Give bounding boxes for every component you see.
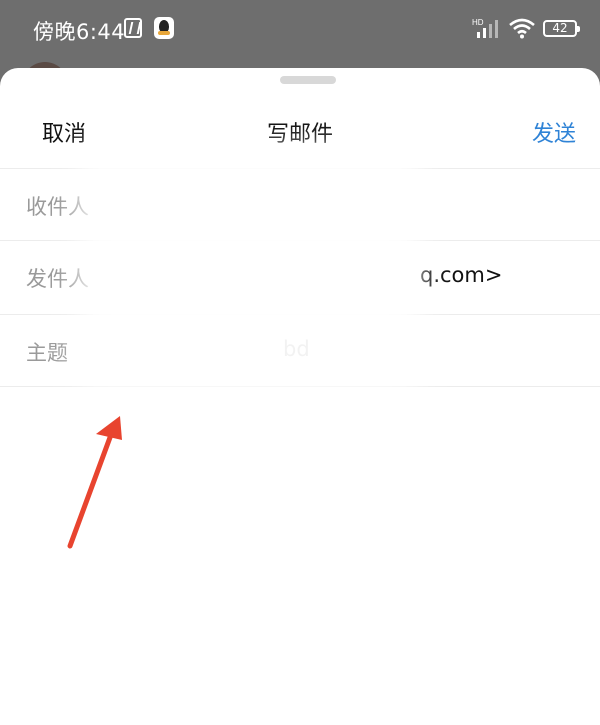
- annotation-arrow: [67, 416, 122, 549]
